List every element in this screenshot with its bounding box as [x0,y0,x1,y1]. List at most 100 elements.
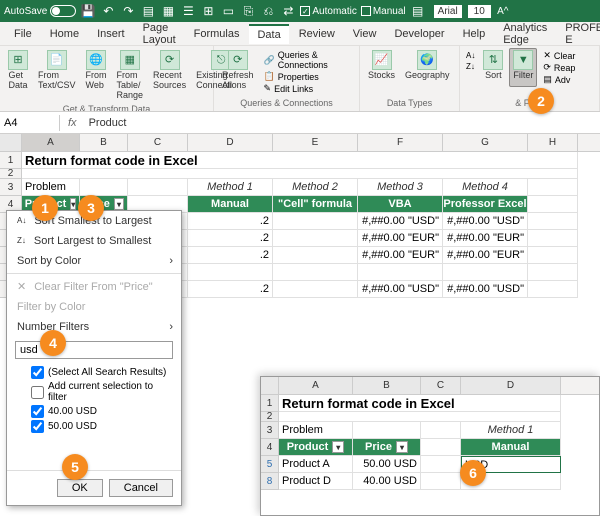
filter-arrow-icon[interactable]: ▾ [332,441,344,453]
formula-input[interactable]: Product [85,115,600,131]
bubble-3: 3 [78,195,104,221]
col-D[interactable]: D [188,134,273,151]
menu-prof[interactable]: PROFESSOR E [557,19,600,49]
sheet: A B C D E F G H 1 Return format code in … [0,134,600,516]
edit-links-button[interactable]: ✎Edit Links [264,83,351,94]
header-manual[interactable]: Manual [188,196,273,213]
row-1[interactable]: 1 [0,152,22,169]
qat-icon[interactable]: ⇄ [280,3,296,19]
menu-insert[interactable]: Insert [89,25,133,43]
refresh-all-button[interactable]: ⟳Refresh All [218,48,258,96]
qat-icon[interactable]: ▭ [220,3,236,19]
sort-desc-item[interactable]: Z↓Sort Largest to Smallest [7,231,181,251]
sort-button[interactable]: ⇅Sort [479,48,507,87]
menu-help[interactable]: Help [455,25,494,43]
menu-formulas[interactable]: Formulas [186,25,248,43]
cancel-button[interactable]: Cancel [109,479,173,497]
autosave-toggle[interactable]: AutoSave [4,5,76,17]
redo-icon[interactable]: ↷ [120,3,136,19]
col-F[interactable]: F [358,134,443,151]
geography-button[interactable]: 🌍Geography [401,48,454,83]
save-icon[interactable]: 💾 [80,3,96,19]
cell[interactable]: Return format code in Excel [22,152,578,169]
filter-color-item: Filter by Color [7,297,181,317]
recent-sources-button[interactable]: ⟳Recent Sources [149,48,190,103]
properties-button[interactable]: 📋Properties [264,71,351,82]
font-larger-icon[interactable]: A^ [495,3,511,19]
reapply-button[interactable]: ⟳Reap [543,62,575,73]
formula-bar: A4 fx Product [0,112,600,134]
col-A[interactable]: A [22,134,80,151]
clear-icon: ✕ [17,280,26,293]
row-2[interactable]: 2 [0,169,22,179]
number-filters-item[interactable]: Number Filters› [7,317,181,337]
col-B[interactable]: B [80,134,128,151]
col-G[interactable]: G [443,134,528,151]
col-E[interactable]: E [273,134,358,151]
col-H[interactable]: H [528,134,578,151]
bubble-5: 5 [62,454,88,480]
filter-arrow-icon[interactable]: ▾ [70,198,76,210]
qat-icon[interactable]: ☰ [180,3,196,19]
menu-file[interactable]: File [6,25,40,43]
row-3[interactable]: 3 [0,179,22,196]
sort-desc-icon: Z↓ [17,237,26,245]
sort-asc-icon[interactable]: A↓ [466,50,475,60]
inset-window: A B C D 1 Return format code in Excel 2 … [260,376,600,516]
qat-icon[interactable]: ⎘ [240,3,256,19]
qat-icon[interactable]: ⎌ [260,3,276,19]
chevron-right-icon: › [169,321,173,333]
name-box[interactable]: A4 [0,115,60,131]
bubble-2: 2 [528,88,554,114]
sort-color-item[interactable]: Sort by Color› [7,251,181,271]
manual-checkbox[interactable]: Manual [361,6,406,17]
fx-icon[interactable]: fx [60,117,85,129]
from-table-button[interactable]: ▦From Table/ Range [113,48,148,103]
check-40[interactable]: 40.00 USD [31,404,169,419]
from-text-button[interactable]: 📄From Text/CSV [34,48,80,103]
queries-conn-button[interactable]: 🔗Queries & Connections [264,50,351,70]
menu-data[interactable]: Data [249,24,288,44]
menu-analytics[interactable]: Analytics Edge [495,19,555,49]
font-name-box[interactable]: Arial [434,5,462,18]
ribbon-group-label: Queries & Connections [218,97,355,109]
get-data-button[interactable]: ⊞Get Data [4,48,32,103]
filter-applied-icon[interactable]: ▾ [396,441,408,453]
ok-button[interactable]: OK [57,479,103,497]
qat-icon[interactable]: ▤ [140,3,156,19]
qat-icon[interactable]: ▦ [160,3,176,19]
clear-filter-button[interactable]: ✕Clear [543,50,575,61]
col-C[interactable]: C [128,134,188,151]
sort-desc-icon[interactable]: Z↓ [466,61,475,71]
automatic-checkbox[interactable]: ✓Automatic [300,6,356,17]
header-vba[interactable]: VBA [358,196,443,213]
qat-icon[interactable]: ⊞ [200,3,216,19]
filter-button[interactable]: ▼Filter [509,48,537,87]
undo-icon[interactable]: ↶ [100,3,116,19]
check-select-all[interactable]: (Select All Search Results) [31,365,169,380]
ribbon-group-label: Data Types [364,97,455,109]
chevron-right-icon: › [169,255,173,267]
header-cell[interactable]: "Cell" formula [273,196,358,213]
qat-icon[interactable]: ▤ [410,3,426,19]
header-prof[interactable]: Professor Excel [443,196,528,213]
menu-home[interactable]: Home [42,25,87,43]
filter-search-input[interactable] [15,341,173,359]
menubar: File Home Insert Page Layout Formulas Da… [0,22,600,46]
ribbon-group-label: Get & Transform Data [4,103,209,112]
filter-dropdown: A↓Sort Smallest to Largest Z↓Sort Larges… [6,210,182,506]
menu-page-layout[interactable]: Page Layout [135,19,184,49]
advanced-button[interactable]: ▤Adv [543,74,575,85]
menu-developer[interactable]: Developer [386,25,452,43]
from-web-button[interactable]: 🌐From Web [82,48,111,103]
menu-view[interactable]: View [345,25,385,43]
stocks-button[interactable]: 📈Stocks [364,48,399,83]
cell[interactable]: Problem [22,179,80,196]
font-size-box[interactable]: 10 [468,5,491,18]
menu-review[interactable]: Review [291,25,343,43]
check-50[interactable]: 50.00 USD [31,419,169,434]
select-all-corner[interactable] [0,134,22,151]
filter-arrow-icon[interactable]: ▾ [114,198,124,210]
bubble-1: 1 [32,195,58,221]
check-add-selection[interactable]: Add current selection to filter [31,380,169,404]
